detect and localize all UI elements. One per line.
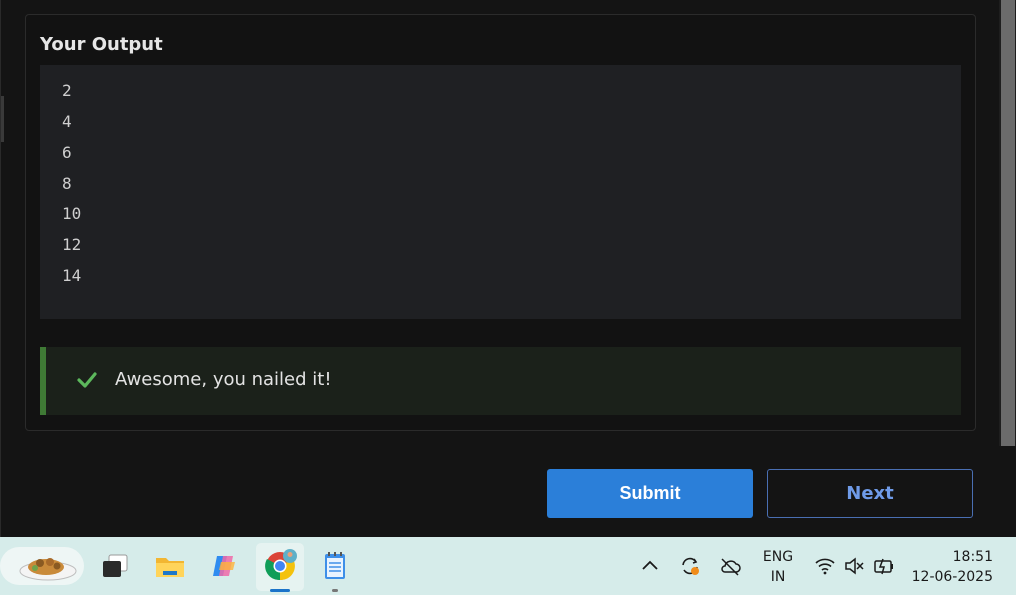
output-card: Your Output 2 4 6 8 10 12 14 Awesome, yo… [25,14,976,431]
chrome-icon[interactable] [262,548,298,584]
output-title: Your Output [40,34,163,55]
output-line: 10 [62,204,82,223]
success-message: Awesome, you nailed it! [115,369,332,390]
clock[interactable]: 18:51 12-06-2025 [908,547,1000,587]
notepad-icon[interactable] [317,548,353,584]
output-line: 2 [62,81,72,100]
open-app-indicator [332,589,338,592]
wifi-icon[interactable] [814,555,836,577]
left-panel-edge[interactable] [1,96,4,142]
volume-muted-icon[interactable] [843,555,865,577]
file-explorer-icon[interactable] [152,548,188,584]
next-button[interactable]: Next [767,469,973,518]
battery-charging-icon[interactable] [873,555,895,577]
active-app-indicator [270,589,290,592]
output-line: 6 [62,143,72,162]
output-line: 4 [62,112,72,131]
taskbar: ENG IN 18:51 12-06-2025 [0,537,1016,595]
task-view-icon[interactable] [97,548,133,584]
output-line: 8 [62,174,72,193]
output-line: 12 [62,235,82,254]
clock-date: 12-06-2025 [911,569,993,585]
sync-icon[interactable] [679,555,701,577]
language-code: ENG [762,549,794,565]
region-code: IN [770,569,786,585]
success-banner: Awesome, you nailed it! [40,347,961,415]
copilot-icon[interactable] [207,548,243,584]
output-console: 2 4 6 8 10 12 14 [40,65,961,319]
output-line: 14 [62,266,82,285]
submit-button[interactable]: Submit [547,469,753,518]
scrollbar-thumb[interactable] [1001,0,1015,446]
checkmark-icon [77,372,97,388]
chevron-up-icon[interactable] [639,555,661,577]
cloud-offline-icon[interactable] [719,555,741,577]
language-indicator[interactable]: ENG IN [756,547,800,587]
app-window: Your Output 2 4 6 8 10 12 14 Awesome, yo… [0,0,1016,537]
food-widget-icon[interactable] [0,545,84,587]
clock-time: 18:51 [952,549,993,565]
